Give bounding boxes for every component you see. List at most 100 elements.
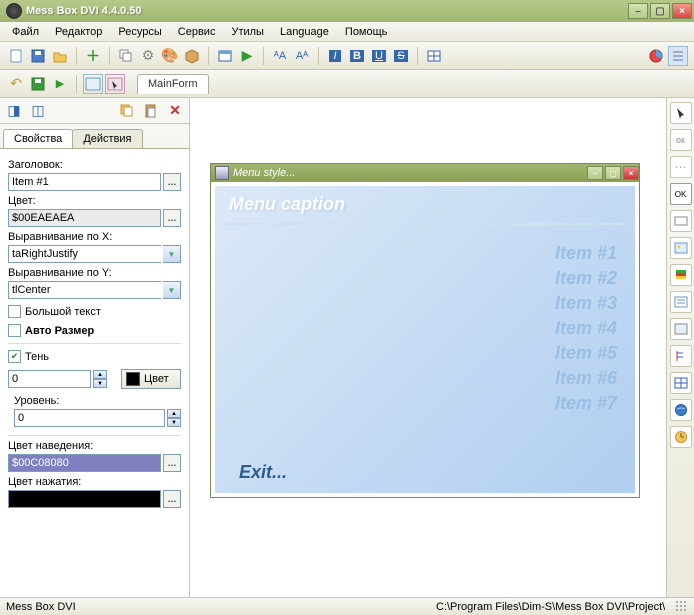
menu-help[interactable]: Помощь xyxy=(337,24,396,40)
nodes-icon[interactable]: ◫ xyxy=(28,101,48,121)
globe-tool-icon[interactable] xyxy=(670,399,692,421)
align-y-dropdown-button[interactable]: ▼ xyxy=(163,281,181,299)
menu-item[interactable]: Item #5 xyxy=(555,343,617,364)
menu-window-icon xyxy=(215,166,229,180)
editbox-tool-icon[interactable] xyxy=(670,210,692,232)
resize-grip[interactable] xyxy=(676,601,688,613)
shadow-checkbox[interactable]: ✔ xyxy=(8,350,21,363)
bigtext-checkbox[interactable] xyxy=(8,305,21,318)
package-icon[interactable] xyxy=(182,46,202,66)
menu-service[interactable]: Сервис xyxy=(170,24,224,40)
stack-icon[interactable] xyxy=(116,46,136,66)
shadow-spin-down[interactable]: ▼ xyxy=(93,379,107,388)
press-color-browse-button[interactable]: … xyxy=(163,490,181,508)
tab-properties[interactable]: Свойства xyxy=(3,129,73,148)
tree-tool-icon[interactable] xyxy=(670,345,692,367)
menu-language[interactable]: Language xyxy=(272,24,337,40)
window-icon[interactable] xyxy=(215,46,235,66)
statusbar: Mess Box DVI C:\Program Files\Dim-S\Mess… xyxy=(0,597,694,615)
autosize-checkbox[interactable] xyxy=(8,324,21,337)
shadow-spin-up[interactable]: ▲ xyxy=(93,370,107,379)
menu-resources[interactable]: Ресурсы xyxy=(110,24,169,40)
paste-icon[interactable] xyxy=(141,101,161,121)
color-input[interactable] xyxy=(8,209,161,227)
hover-color-input[interactable] xyxy=(8,454,161,472)
menu-editor[interactable]: Редактор xyxy=(47,24,110,40)
menu-window-titlebar[interactable]: Menu style... – ▢ × xyxy=(211,164,639,182)
add-icon[interactable]: ＋ xyxy=(83,46,103,66)
menu-window-close[interactable]: × xyxy=(623,166,639,180)
font-increase-icon[interactable]: Aᴬ xyxy=(292,46,312,66)
flag-tool-icon[interactable] xyxy=(670,264,692,286)
hover-color-browse-button[interactable]: … xyxy=(163,454,181,472)
italic-icon[interactable]: I xyxy=(325,46,345,66)
label-header: Заголовок: xyxy=(8,159,181,171)
ok-label-tool-icon[interactable]: ок xyxy=(670,129,692,151)
delete-icon[interactable]: ✕ xyxy=(165,101,185,121)
level-num-input[interactable] xyxy=(14,409,165,427)
align-y-select[interactable] xyxy=(8,281,161,299)
bold-icon[interactable]: B xyxy=(347,46,367,66)
strike-icon[interactable]: S xyxy=(391,46,411,66)
press-color-input[interactable] xyxy=(8,490,161,508)
window-title: Mess Box DVI 4.4.0.50 xyxy=(26,5,626,17)
copy-icon[interactable] xyxy=(117,101,137,121)
pie-chart-icon[interactable] xyxy=(646,46,666,66)
underline-icon[interactable]: U xyxy=(369,46,389,66)
header-browse-button[interactable]: … xyxy=(163,173,181,191)
image-tool-icon[interactable] xyxy=(670,237,692,259)
menu-item[interactable]: Item #1 xyxy=(555,243,617,264)
menu-item[interactable]: Item #7 xyxy=(555,393,617,414)
header-input[interactable] xyxy=(8,173,161,191)
cursor-tool-icon[interactable] xyxy=(670,102,692,124)
gear-icon[interactable]: ⚙ xyxy=(138,46,158,66)
minimize-button[interactable]: – xyxy=(628,3,648,19)
menu-window-content: Menu caption Item #1 Item #2 Item #3 Ite… xyxy=(215,186,635,493)
menu-item[interactable]: Item #2 xyxy=(555,268,617,289)
level-spin-up[interactable]: ▲ xyxy=(167,409,181,418)
menu-item[interactable]: Item #6 xyxy=(555,368,617,389)
ok-button-tool-icon[interactable]: OK xyxy=(670,183,692,205)
level-spin-down[interactable]: ▼ xyxy=(167,418,181,427)
undo-icon[interactable]: ↶ xyxy=(6,74,26,94)
menu-window-minimize[interactable]: – xyxy=(587,166,603,180)
clock-tool-icon[interactable] xyxy=(670,426,692,448)
cursor-mode-icon[interactable] xyxy=(105,74,125,94)
label-align-y: Выравнивание по Y: xyxy=(8,267,181,279)
document-tab[interactable]: MainForm xyxy=(137,74,209,94)
tree-icon[interactable]: ◨ xyxy=(4,101,24,121)
color-browse-button[interactable]: … xyxy=(163,209,181,227)
palette-icon[interactable]: 🎨 xyxy=(160,46,180,66)
tab-actions[interactable]: Действия xyxy=(72,129,142,148)
panel-tool-icon[interactable] xyxy=(670,318,692,340)
play-icon[interactable]: ▶ xyxy=(237,46,257,66)
grid-tool-icon[interactable] xyxy=(670,372,692,394)
menu-item[interactable]: Item #4 xyxy=(555,318,617,339)
font-decrease-icon[interactable]: ᴬA xyxy=(270,46,290,66)
align-x-dropdown-button[interactable]: ▼ xyxy=(163,245,181,263)
shadow-color-button[interactable]: Цвет xyxy=(121,369,181,389)
shadow-num-input[interactable] xyxy=(8,370,91,388)
menu-utils[interactable]: Утилы xyxy=(223,24,272,40)
close-button[interactable]: × xyxy=(672,3,692,19)
save-icon[interactable] xyxy=(28,46,48,66)
list-tool-icon[interactable] xyxy=(670,291,692,313)
menu-window-maximize[interactable]: ▢ xyxy=(605,166,621,180)
design-surface[interactable]: Menu style... – ▢ × Menu caption Item #1… xyxy=(190,98,666,597)
spacer-tool-icon[interactable]: ⋯ xyxy=(670,156,692,178)
menu-exit[interactable]: Exit... xyxy=(239,462,287,483)
play-small-icon[interactable]: ▶ xyxy=(50,74,70,94)
menu-file[interactable]: Файл xyxy=(4,24,47,40)
maximize-button[interactable]: ▢ xyxy=(650,3,670,19)
menu-window-title: Menu style... xyxy=(233,167,585,179)
menu-item[interactable]: Item #3 xyxy=(555,293,617,314)
menu-caption[interactable]: Menu caption xyxy=(215,186,635,223)
save-green-icon[interactable] xyxy=(28,74,48,94)
table-icon[interactable] xyxy=(424,46,444,66)
form-view-icon[interactable] xyxy=(83,74,103,94)
open-folder-icon[interactable] xyxy=(50,46,70,66)
align-x-select[interactable] xyxy=(8,245,161,263)
list-view-icon[interactable] xyxy=(668,46,688,66)
menu-window[interactable]: Menu style... – ▢ × Menu caption Item #1… xyxy=(210,163,640,498)
new-file-icon[interactable] xyxy=(6,46,26,66)
